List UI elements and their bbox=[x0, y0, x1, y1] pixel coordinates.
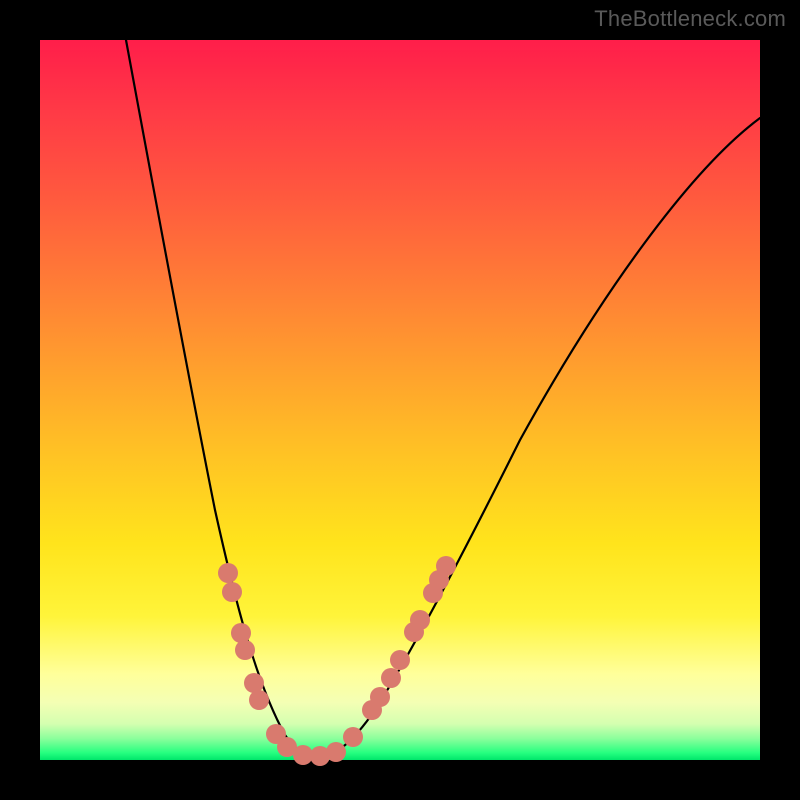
bead-point bbox=[436, 556, 456, 576]
bead-point bbox=[370, 687, 390, 707]
watermark-text: TheBottleneck.com bbox=[594, 6, 786, 32]
bead-point bbox=[235, 640, 255, 660]
bead-point bbox=[222, 582, 242, 602]
bead-point bbox=[343, 727, 363, 747]
bead-point bbox=[390, 650, 410, 670]
bottleneck-curve bbox=[126, 40, 760, 756]
chart-frame: TheBottleneck.com bbox=[0, 0, 800, 800]
curve-svg bbox=[40, 40, 760, 760]
bead-point bbox=[249, 690, 269, 710]
bead-point bbox=[293, 745, 313, 765]
bead-point bbox=[410, 610, 430, 630]
bead-point bbox=[218, 563, 238, 583]
bead-point bbox=[326, 742, 346, 762]
gradient-plot-area bbox=[40, 40, 760, 760]
bead-point bbox=[381, 668, 401, 688]
bead-point bbox=[231, 623, 251, 643]
bead-point bbox=[244, 673, 264, 693]
